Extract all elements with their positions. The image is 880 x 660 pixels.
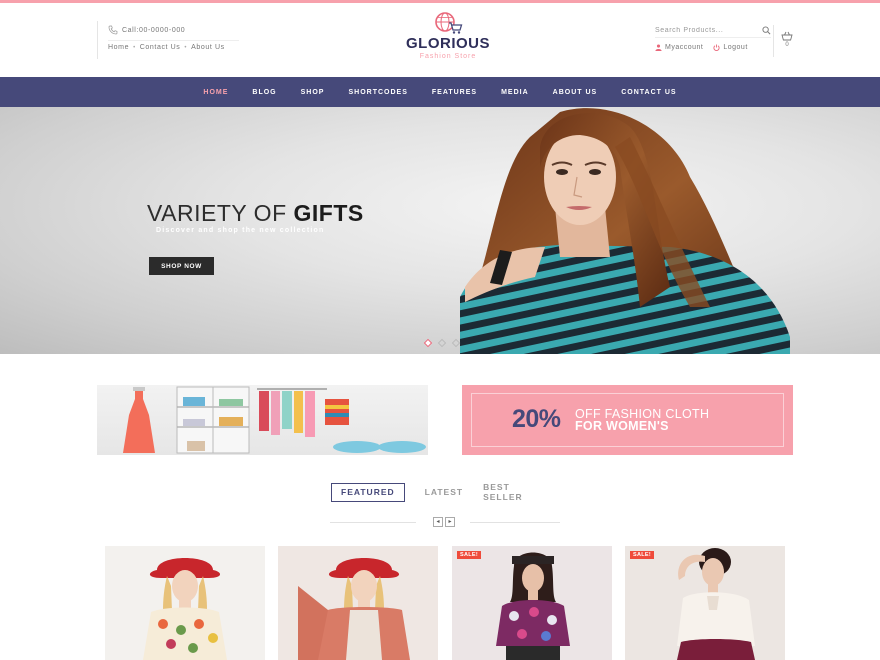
product-card[interactable] bbox=[105, 546, 265, 660]
logout-link[interactable]: Logout bbox=[713, 44, 747, 51]
site-header: Call:00-0000-000 Home • Contact Us • Abo… bbox=[0, 3, 880, 77]
header-account-block: Myaccount Logout bbox=[655, 23, 771, 59]
hero-subtitle: Discover and shop the new collection bbox=[156, 227, 325, 234]
hero-title-light: VARIETY OF bbox=[147, 200, 294, 226]
sale-badge: SALE! bbox=[630, 551, 654, 559]
search-input[interactable] bbox=[655, 26, 750, 34]
promo-percent: 20% bbox=[512, 405, 561, 433]
tab-latest[interactable]: LATEST bbox=[425, 483, 463, 502]
product-image bbox=[496, 552, 570, 660]
promo-line-2: FOR WOMEN'S bbox=[575, 419, 669, 433]
promo-banner[interactable]: 20% OFF FASHION CLOTH FOR WOMEN'S bbox=[462, 385, 793, 455]
logout-label: Logout bbox=[723, 44, 748, 51]
nav-item-shop[interactable]: SHOP bbox=[301, 89, 325, 96]
phone-icon bbox=[108, 25, 118, 35]
logo-title: GLORIOUS bbox=[405, 35, 490, 52]
slider-dots bbox=[423, 338, 467, 348]
hero-title: VARIETY OF GIFTS bbox=[147, 200, 364, 227]
power-icon bbox=[713, 44, 720, 51]
slider-dot-1[interactable] bbox=[423, 338, 433, 348]
site-logo[interactable]: GLORIOUS Fashion Store bbox=[395, 11, 501, 69]
nav-item-shortcodes[interactable]: SHORTCODES bbox=[348, 89, 407, 96]
product-image bbox=[677, 548, 755, 660]
slider-dot-3[interactable] bbox=[451, 338, 461, 348]
tab-best-seller[interactable]: BEST SELLER bbox=[483, 482, 541, 502]
product-card[interactable]: SALE! bbox=[625, 546, 785, 660]
carousel-prev-button[interactable]: ◂ bbox=[433, 517, 443, 527]
header-link-contact[interactable]: Contact Us bbox=[140, 44, 181, 51]
account-links: Myaccount Logout bbox=[655, 44, 771, 51]
basket-icon bbox=[781, 31, 793, 41]
main-nav: HOME BLOG SHOP SHORTCODES FEATURES MEDIA… bbox=[0, 77, 880, 107]
hero-title-bold: GIFTS bbox=[293, 200, 364, 226]
globe-cart-logo-icon bbox=[435, 12, 463, 34]
my-account-link[interactable]: Myaccount bbox=[655, 44, 703, 51]
product-card[interactable]: SALE! bbox=[452, 546, 612, 660]
product-grid: SALE! SALE! bbox=[105, 546, 785, 660]
link-separator: • bbox=[133, 44, 136, 51]
slider-dot-2[interactable] bbox=[437, 338, 447, 348]
header-link-home[interactable]: Home bbox=[108, 44, 129, 51]
tabs-divider-left bbox=[330, 522, 416, 523]
call-text: Call:00-0000-000 bbox=[122, 26, 186, 34]
product-image bbox=[143, 558, 227, 660]
my-account-label: Myaccount bbox=[665, 44, 704, 51]
hero-slider: VARIETY OF GIFTS Discover and shop the n… bbox=[0, 107, 880, 354]
header-links: Home • Contact Us • About Us bbox=[108, 40, 239, 51]
product-image bbox=[298, 558, 410, 660]
call-row: Call:00-0000-000 bbox=[108, 21, 239, 39]
cart-button[interactable]: 0 bbox=[780, 31, 794, 49]
nav-item-features[interactable]: FEATURES bbox=[432, 89, 477, 96]
sale-badge: SALE! bbox=[457, 551, 481, 559]
product-tabs: FEATURED LATEST BEST SELLER bbox=[331, 482, 561, 502]
cart-count: 0 bbox=[785, 42, 789, 48]
tab-featured[interactable]: FEATURED bbox=[331, 482, 405, 502]
hero-model-image bbox=[460, 108, 790, 354]
logo-subtitle: Fashion Store bbox=[419, 53, 477, 60]
tabs-divider-right bbox=[470, 522, 560, 523]
nav-item-home[interactable]: HOME bbox=[203, 89, 228, 96]
link-separator: • bbox=[184, 44, 188, 51]
nav-item-contact[interactable]: CONTACT US bbox=[621, 89, 676, 96]
user-icon bbox=[655, 44, 662, 51]
header-divider bbox=[773, 25, 774, 57]
carousel-arrows: ◂ ▸ bbox=[433, 517, 457, 527]
nav-item-media[interactable]: MEDIA bbox=[501, 89, 529, 96]
nav-item-blog[interactable]: BLOG bbox=[252, 89, 276, 96]
shop-now-button[interactable]: SHOP NOW bbox=[149, 257, 214, 275]
closet-banner[interactable] bbox=[97, 385, 428, 455]
closet-image bbox=[123, 386, 426, 454]
header-contact-block: Call:00-0000-000 Home • Contact Us • Abo… bbox=[97, 21, 239, 59]
header-link-about[interactable]: About Us bbox=[191, 44, 225, 51]
search-box bbox=[655, 23, 771, 38]
search-icon[interactable] bbox=[762, 25, 771, 35]
carousel-next-button[interactable]: ▸ bbox=[445, 517, 455, 527]
nav-item-about[interactable]: ABOUT US bbox=[553, 89, 598, 96]
product-card[interactable] bbox=[278, 546, 438, 660]
